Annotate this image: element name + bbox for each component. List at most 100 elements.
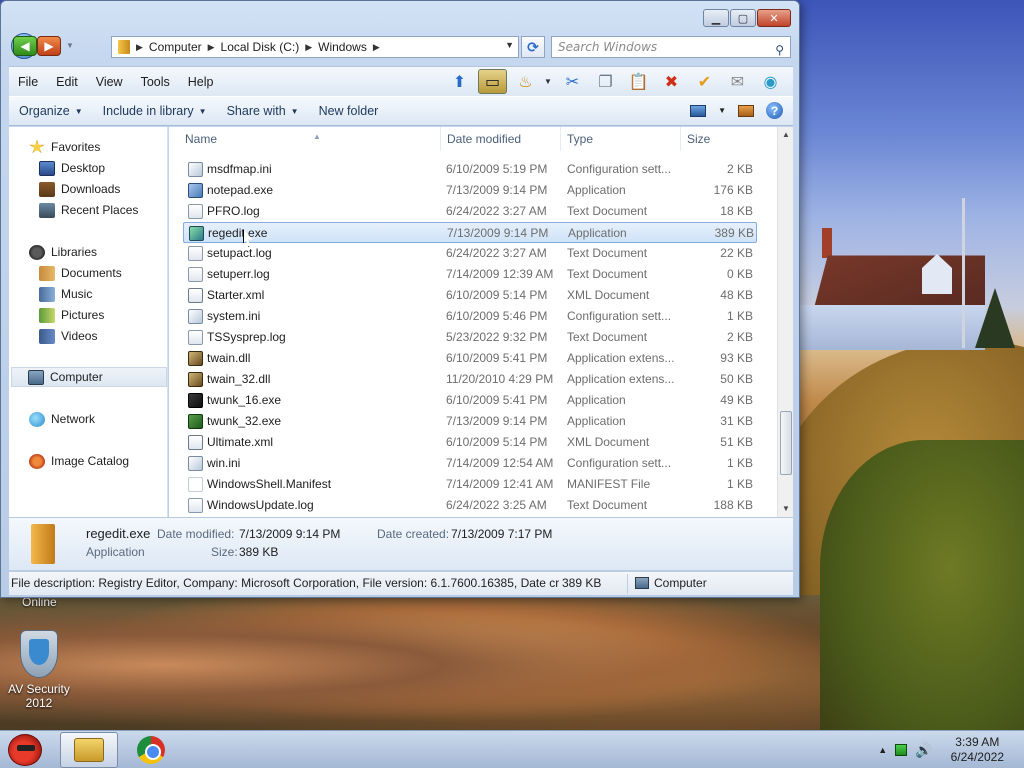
- menu-edit[interactable]: Edit: [47, 75, 87, 89]
- breadcrumb-separator[interactable]: ▶: [208, 42, 215, 53]
- explorer-window: ▁ ▢ ✕ ◀ ▶ ▼ ↑ ▶ Computer ▶ Local Disk (C…: [0, 0, 800, 598]
- recent-places-icon: [39, 202, 55, 218]
- clock-date: 6/24/2022: [950, 750, 1004, 764]
- file-row[interactable]: TSSysprep.log 5/23/2022 9:32 PM Text Docum…: [183, 327, 757, 348]
- address-bar[interactable]: ▶ Computer ▶ Local Disk (C:) ▶ Windows ▶…: [111, 36, 519, 58]
- file-row[interactable]: twunk_16.exe 6/10/2009 5:41 PM Application…: [183, 390, 757, 411]
- show-hidden-icons-icon[interactable]: ▲: [878, 745, 887, 755]
- nav-favorites[interactable]: Favorites: [29, 137, 185, 157]
- desktop-icon-av-security[interactable]: AV Security 2012: [4, 630, 74, 710]
- breadcrumb-windows[interactable]: Windows: [318, 40, 367, 54]
- scroll-down-icon[interactable]: ▼: [778, 501, 794, 517]
- nav-computer[interactable]: Computer: [11, 367, 167, 387]
- minimize-button[interactable]: ▁: [703, 9, 729, 27]
- file-row[interactable]: system.ini 6/10/2009 5:46 PM Configuration…: [183, 306, 757, 327]
- details-size: 389 KB: [239, 545, 279, 559]
- maximize-button[interactable]: ▢: [730, 9, 756, 27]
- file-row[interactable]: notepad.exe 7/13/2009 9:14 PM Application 1…: [183, 180, 757, 201]
- file-row[interactable]: twain_32.dll 11/20/2010 4:29 PM Applicatio…: [183, 369, 757, 390]
- menu-tools[interactable]: Tools: [132, 75, 179, 89]
- column-header-name[interactable]: Name ▲: [179, 127, 441, 151]
- search-input[interactable]: Search Windows ⚲: [551, 36, 791, 58]
- file-name: msdfmap.ini: [207, 162, 272, 176]
- attributes-icon[interactable]: ♨: [511, 69, 540, 94]
- file-date-modified: 6/10/2009 5:14 PM: [446, 435, 548, 449]
- menu-view[interactable]: View: [87, 75, 132, 89]
- file-row[interactable]: win.ini 7/14/2009 12:54 AM Configuration s…: [183, 453, 757, 474]
- menu-help[interactable]: Help: [179, 75, 223, 89]
- file-row[interactable]: WindowsUpdate.log 6/24/2022 3:25 AM Text D…: [183, 495, 757, 516]
- refresh-button[interactable]: ⟳: [521, 36, 545, 58]
- attributes-dropdown-icon[interactable]: ▼: [544, 77, 554, 86]
- breadcrumb-separator[interactable]: ▶: [136, 42, 143, 53]
- breadcrumb-separator[interactable]: ▶: [305, 42, 312, 53]
- copy-icon[interactable]: ❐: [591, 69, 620, 94]
- search-icon[interactable]: ⚲: [775, 40, 784, 60]
- file-name: system.ini: [207, 309, 261, 323]
- column-header-size[interactable]: Size: [681, 127, 761, 151]
- breadcrumb-separator[interactable]: ▶: [373, 42, 380, 53]
- scroll-up-icon[interactable]: ▲: [778, 127, 794, 143]
- shield-icon: [20, 630, 58, 678]
- column-header-date-modified[interactable]: Date modified: [441, 127, 561, 151]
- up-folder-icon[interactable]: ⬆: [445, 69, 474, 94]
- file-row[interactable]: PFRO.log 6/24/2022 3:27 AM Text Document 18…: [183, 201, 757, 222]
- chevron-down-icon: ▼: [290, 106, 299, 116]
- nav-image-catalog[interactable]: Image Catalog: [29, 451, 185, 471]
- organize-button[interactable]: Organize ▼: [9, 104, 93, 118]
- column-header-type[interactable]: Type: [561, 127, 681, 151]
- view-dropdown-icon[interactable]: ▼: [718, 106, 726, 115]
- file-row[interactable]: Starter.xml 6/10/2009 5:14 PM XML Document…: [183, 285, 757, 306]
- recent-pages-dropdown[interactable]: ▼: [66, 41, 76, 50]
- file-date-modified: 7/13/2009 9:14 PM: [446, 414, 548, 428]
- file-row[interactable]: regedit.exe 7/13/2009 9:14 PM Application 3…: [183, 222, 757, 243]
- breadcrumb-computer[interactable]: Computer: [149, 40, 202, 54]
- close-button[interactable]: ✕: [757, 9, 791, 27]
- vertical-scrollbar[interactable]: ▲ ▼: [777, 127, 793, 517]
- globe-icon[interactable]: ◉: [756, 69, 785, 94]
- details-date-modified: 7/13/2009 9:14 PM: [239, 527, 341, 541]
- file-size: 50 KB: [720, 372, 753, 386]
- nav-network[interactable]: Network: [29, 409, 185, 429]
- nav-documents-label: Documents: [61, 266, 122, 280]
- folder-view-icon[interactable]: ▭: [478, 69, 507, 94]
- nav-libraries[interactable]: Libraries: [29, 242, 185, 262]
- forward-button[interactable]: ▶: [37, 36, 61, 56]
- file-name: TSSysprep.log: [207, 330, 286, 344]
- toolbar-icons: ⬆ ▭ ♨ ▼ ✂ ❐ 📋 ✖ ✔ ✉ ◉: [445, 69, 785, 94]
- paste-icon[interactable]: 📋: [624, 69, 653, 94]
- clock[interactable]: 3:39 AM 6/24/2022: [951, 735, 1004, 765]
- delete-icon[interactable]: ✖: [657, 69, 686, 94]
- file-row[interactable]: setupact.log 6/24/2022 3:27 AM Text Docume…: [183, 243, 757, 264]
- share-with-label: Share with: [226, 104, 286, 118]
- change-view-icon[interactable]: [690, 104, 707, 117]
- preview-pane-icon[interactable]: [738, 104, 754, 117]
- file-row[interactable]: WindowsShell.Manifest 7/14/2009 12:41 AM M…: [183, 474, 757, 495]
- help-icon[interactable]: ?: [766, 102, 783, 119]
- scroll-thumb[interactable]: [780, 411, 792, 475]
- file-row[interactable]: twain.dll 6/10/2009 5:41 PM Application ex…: [183, 348, 757, 369]
- volume-icon[interactable]: 🔊: [915, 742, 932, 759]
- address-dropdown-icon[interactable]: ▼: [505, 40, 514, 50]
- include-in-library-button[interactable]: Include in library ▼: [93, 104, 217, 118]
- network-tray-icon[interactable]: [895, 744, 908, 756]
- taskbar-chrome-button[interactable]: [122, 732, 180, 768]
- menu-file[interactable]: File: [9, 75, 47, 89]
- file-row[interactable]: setuperr.log 7/14/2009 12:39 AM Text Docum…: [183, 264, 757, 285]
- cut-icon[interactable]: ✂: [558, 69, 587, 94]
- breadcrumb-local-disk[interactable]: Local Disk (C:): [221, 40, 300, 54]
- file-row[interactable]: msdfmap.ini 6/10/2009 5:19 PM Configuratio…: [183, 159, 757, 180]
- checkmark-icon[interactable]: ✔: [690, 69, 719, 94]
- back-button[interactable]: ◀: [13, 36, 37, 56]
- share-with-button[interactable]: Share with ▼: [217, 104, 309, 118]
- taskbar-explorer-button[interactable]: [60, 732, 118, 768]
- organize-label: Organize: [19, 104, 70, 118]
- file-row[interactable]: twunk_32.exe 7/13/2009 9:14 PM Application…: [183, 411, 757, 432]
- new-folder-button[interactable]: New folder: [309, 104, 389, 118]
- file-date-modified: 7/13/2009 9:14 PM: [447, 226, 549, 240]
- start-button[interactable]: [2, 731, 48, 768]
- file-row[interactable]: Ultimate.xml 6/10/2009 5:14 PM XML Documen…: [183, 432, 757, 453]
- file-size: 48 KB: [720, 288, 753, 302]
- mail-icon[interactable]: ✉: [723, 69, 752, 94]
- file-name: setuperr.log: [207, 267, 270, 281]
